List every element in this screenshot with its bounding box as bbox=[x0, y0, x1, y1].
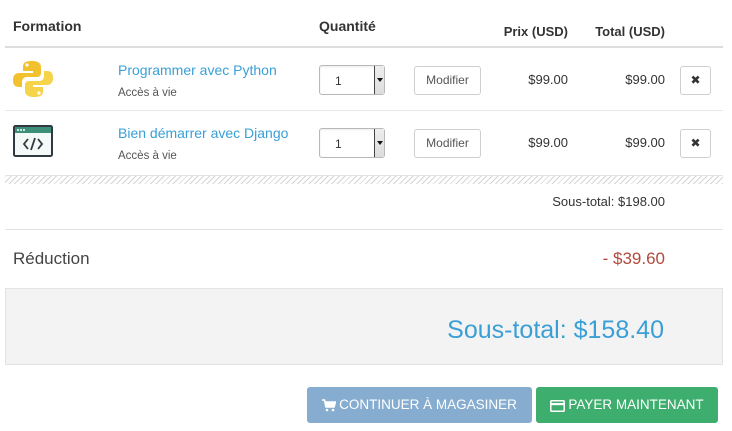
chevron-down-icon bbox=[374, 129, 384, 157]
grand-total: Sous-total: $158.40 bbox=[447, 316, 664, 344]
chevron-down-icon bbox=[374, 66, 384, 94]
subtotal-line: Sous-total: $198.00 bbox=[552, 194, 665, 209]
close-icon: ✖ bbox=[690, 73, 701, 87]
cart-table-header: Formation Quantité Prix (USD) Total (USD… bbox=[5, 0, 723, 48]
quantity-value: 1 bbox=[335, 137, 342, 151]
table-row: Programmer avec Python Accès à vie 1 Mod… bbox=[5, 48, 723, 111]
unit-price: $99.00 bbox=[528, 135, 568, 150]
course-access: Accès à vie bbox=[118, 87, 177, 99]
cart-icon bbox=[322, 390, 337, 426]
quantity-select[interactable]: 1 bbox=[319, 65, 385, 95]
grand-total-panel: Sous-total: $158.40 bbox=[5, 288, 723, 365]
code-window-icon bbox=[12, 123, 54, 161]
update-button[interactable]: Modifier bbox=[414, 66, 481, 95]
python-logo-icon bbox=[12, 60, 54, 98]
unit-price: $99.00 bbox=[528, 72, 568, 87]
credit-card-icon bbox=[550, 390, 566, 426]
close-icon: ✖ bbox=[690, 136, 701, 150]
course-access: Accès à vie bbox=[118, 150, 177, 162]
discount-value: - $39.60 bbox=[602, 249, 665, 268]
continue-shopping-button[interactable]: CONTINUER À MAGASINER bbox=[307, 387, 532, 423]
column-header-quantity: Quantité bbox=[319, 18, 376, 34]
course-link[interactable]: Bien démarrer avec Django bbox=[118, 125, 288, 141]
hatched-divider bbox=[5, 175, 723, 184]
line-total: $99.00 bbox=[625, 135, 665, 150]
continue-shopping-label: CONTINUER À MAGASINER bbox=[339, 397, 517, 412]
column-header-price: Prix (USD) bbox=[503, 24, 568, 39]
column-header-course: Formation bbox=[13, 18, 82, 34]
line-total: $99.00 bbox=[625, 72, 665, 87]
discount-label: Réduction bbox=[13, 249, 90, 268]
table-row: Bien démarrer avec Django Accès à vie 1 … bbox=[5, 111, 723, 174]
pay-now-label: PAYER MAINTENANT bbox=[568, 397, 704, 412]
quantity-select[interactable]: 1 bbox=[319, 128, 385, 158]
update-button[interactable]: Modifier bbox=[414, 129, 481, 158]
pay-now-button[interactable]: PAYER MAINTENANT bbox=[536, 387, 718, 423]
remove-button[interactable]: ✖ bbox=[680, 129, 711, 158]
course-link[interactable]: Programmer avec Python bbox=[118, 62, 277, 78]
quantity-value: 1 bbox=[335, 74, 342, 88]
remove-button[interactable]: ✖ bbox=[680, 66, 711, 95]
column-header-total: Total (USD) bbox=[595, 24, 665, 39]
divider bbox=[5, 229, 723, 230]
